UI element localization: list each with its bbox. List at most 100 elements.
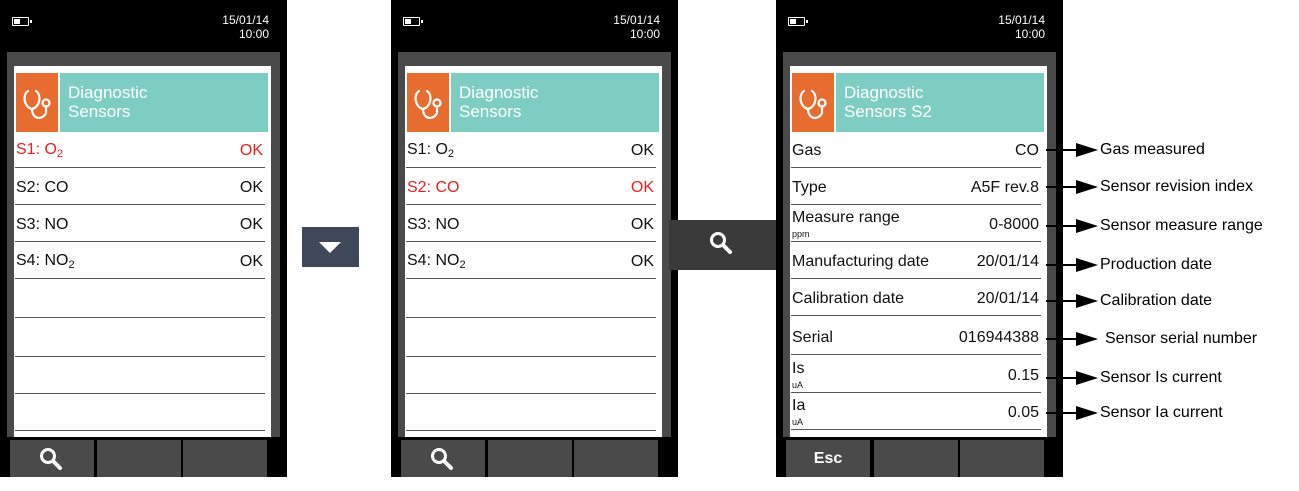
softkey-2[interactable] — [874, 440, 958, 477]
title-line-2: Sensors S2 — [844, 102, 932, 121]
empty-row — [406, 282, 656, 318]
detail-value: 0.15 — [1007, 367, 1039, 384]
sensor-status: OK — [239, 142, 263, 159]
detail-unit: uA — [792, 380, 804, 390]
detail-value: 016944388 — [958, 329, 1039, 346]
date: 15/01/14 — [613, 13, 660, 27]
device-screen-1: 15/01/14 10:00 Diagnostic Sensors S1: O2… — [0, 0, 287, 477]
detail-value: CO — [1015, 142, 1039, 159]
arrow-icon — [1076, 258, 1098, 272]
empty-row — [406, 358, 656, 394]
time: 10:00 — [1014, 27, 1045, 41]
sensor-subscript: 2 — [56, 148, 64, 160]
search-icon — [431, 448, 453, 470]
softkey-3[interactable] — [574, 440, 658, 477]
detail-value: 20/01/14 — [976, 253, 1039, 270]
detail-row-measure-range: Measure range ppm 0-8000 — [791, 206, 1041, 242]
sensor-row-s4[interactable]: S4: NO2 OK — [15, 243, 265, 279]
down-arrow-icon[interactable] — [302, 227, 359, 267]
page-title: Diagnostic Sensors — [451, 73, 659, 132]
content-panel: Diagnostic Sensors S2 Gas CO Type A5F re… — [783, 52, 1056, 437]
detail-label: Is — [792, 360, 805, 377]
sensor-row-s1[interactable]: S1: O2 OK — [406, 132, 656, 168]
detail-unit: uA — [792, 417, 804, 427]
stethoscope-icon — [792, 73, 834, 132]
sensor-status: OK — [630, 142, 654, 159]
sensor-label: S2: CO — [407, 179, 460, 196]
search-softkey[interactable] — [10, 440, 94, 477]
sensor-label: S3: NO — [407, 216, 460, 233]
arrow-icon — [1076, 332, 1098, 346]
detail-row-calibration-date: Calibration date 20/01/14 — [791, 280, 1041, 316]
search-icon — [40, 448, 62, 470]
datetime: 15/01/14 10:00 — [222, 13, 269, 41]
sensor-status: OK — [239, 253, 263, 270]
sensor-subscript: 2 — [447, 148, 455, 160]
detail-row-gas: Gas CO — [791, 132, 1041, 168]
time: 10:00 — [629, 27, 660, 41]
sensor-status: OK — [239, 179, 263, 196]
sensor-status: OK — [630, 179, 654, 196]
softkey-3[interactable] — [183, 440, 267, 477]
softkey-3[interactable] — [960, 440, 1044, 477]
sensor-subscript: 2 — [459, 259, 466, 271]
detail-row-manufacturing-date: Manufacturing date 20/01/14 — [791, 243, 1041, 279]
date: 15/01/14 — [222, 13, 269, 27]
stethoscope-icon — [16, 73, 58, 132]
empty-row — [406, 321, 656, 357]
datetime: 15/01/14 10:00 — [998, 13, 1045, 41]
title-line-2: Sensors — [68, 102, 131, 121]
arrow-icon — [1076, 371, 1098, 385]
date: 15/01/14 — [998, 13, 1045, 27]
empty-row — [15, 321, 265, 357]
esc-button[interactable]: Esc — [786, 440, 870, 477]
sensor-subscript: 2 — [68, 259, 75, 271]
empty-row — [15, 395, 265, 431]
search-softkey[interactable] — [401, 440, 485, 477]
softkey-bar: Esc — [776, 437, 1063, 477]
status-bar: 15/01/14 10:00 — [776, 0, 1063, 52]
battery-icon — [403, 17, 423, 26]
title-line-1: Diagnostic — [459, 83, 539, 102]
battery-icon — [12, 17, 32, 26]
detail-row-type: Type A5F rev.8 — [791, 169, 1041, 205]
empty-row — [15, 282, 265, 318]
status-bar: 15/01/14 10:00 — [0, 0, 287, 52]
detail-label: Measure range — [792, 209, 900, 226]
sensor-label: S4: NO — [16, 252, 69, 269]
detail-value: 20/01/14 — [976, 290, 1039, 307]
sensor-row-s4[interactable]: S4: NO2 OK — [406, 243, 656, 279]
softkey-2[interactable] — [97, 440, 181, 477]
title-line-2: Sensors — [459, 102, 522, 121]
sensor-row-s1[interactable]: S1: O2 OK — [15, 132, 265, 168]
softkey-2[interactable] — [488, 440, 572, 477]
sensor-row-s3[interactable]: S3: NO OK — [15, 206, 265, 242]
title-line-1: Diagnostic — [844, 83, 924, 102]
arrow-icon — [1076, 219, 1098, 233]
arrow-icon — [1076, 180, 1098, 194]
arrow-icon — [1076, 143, 1098, 157]
status-bar: 15/01/14 10:00 — [391, 0, 678, 52]
battery-icon — [788, 17, 808, 26]
datetime: 15/01/14 10:00 — [613, 13, 660, 41]
page-title: Diagnostic Sensors — [60, 73, 268, 132]
detail-row-is: Is uA 0.15 — [791, 357, 1041, 393]
device-screen-3: 15/01/14 10:00 Diagnostic Sensors S2 Gas… — [776, 0, 1063, 477]
sensor-label: S2: CO — [16, 179, 69, 196]
content-panel: Diagnostic Sensors S1: O2 OK S2: CO OK S… — [398, 52, 671, 437]
sensor-row-s3[interactable]: S3: NO OK — [406, 206, 656, 242]
arrow-icon — [1076, 406, 1098, 420]
sensor-label: S1: O — [16, 141, 57, 158]
content-panel: Diagnostic Sensors S1: O2 OK S2: CO OK S… — [7, 52, 280, 437]
sensor-row-s2[interactable]: S2: CO OK — [406, 169, 656, 205]
sensor-status: OK — [239, 216, 263, 233]
sensor-row-s2[interactable]: S2: CO OK — [15, 169, 265, 205]
detail-label: Calibration date — [792, 290, 905, 307]
stethoscope-icon — [407, 73, 449, 132]
detail-label: Type — [792, 179, 827, 196]
page-title: Diagnostic Sensors S2 — [836, 73, 1044, 132]
detail-row-ia: Ia uA 0.05 — [791, 394, 1041, 430]
empty-row — [406, 395, 656, 431]
search-button[interactable] — [669, 220, 776, 270]
detail-row-serial: Serial 016944388 — [791, 319, 1041, 355]
